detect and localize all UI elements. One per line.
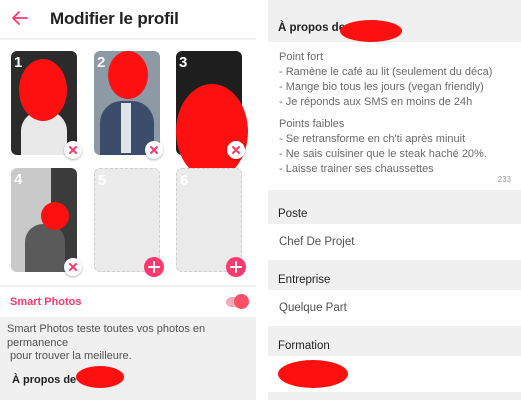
entreprise-value: Quelque Part <box>279 302 347 314</box>
photo-slot-5[interactable]: 5 <box>94 168 160 272</box>
photo-index: 6 <box>180 172 189 189</box>
bio-line: Point fort <box>279 51 324 63</box>
redaction-mark <box>340 20 402 42</box>
formation-field[interactable] <box>268 356 521 392</box>
redaction-mark <box>41 202 69 230</box>
photo-index: 1 <box>14 54 23 71</box>
photo-index: 4 <box>14 171 23 188</box>
character-counter: 233 <box>497 175 511 184</box>
bio-line: - Laisse trainer ses chaussettes <box>279 163 434 175</box>
redaction-mark <box>19 59 67 121</box>
photo-index: 2 <box>97 54 106 71</box>
panel-separator <box>256 0 268 400</box>
bio-line: - Mange bio tous les jours (vegan friend… <box>279 81 484 93</box>
photo-index: 5 <box>98 172 107 189</box>
page-title: Modifier le profil <box>50 9 179 28</box>
redaction-mark <box>176 84 248 179</box>
redaction-mark <box>278 360 348 388</box>
photo-slot-4[interactable]: 4 <box>11 168 77 272</box>
remove-photo-3-button[interactable] <box>227 141 245 159</box>
poste-label: Poste <box>278 208 308 220</box>
smart-photos-row: Smart Photos <box>0 287 256 317</box>
photo-grid: 1 2 3 4 5 6 <box>0 40 256 285</box>
smart-photos-description: Smart Photos teste toutes vos photos en … <box>7 323 247 364</box>
smart-photos-toggle-knob[interactable] <box>234 294 249 309</box>
entreprise-field[interactable]: Quelque Part <box>268 290 521 326</box>
edit-profile-panel: Modifier le profil 1 2 3 4 5 6 Smart Pho… <box>0 0 256 400</box>
bio-textarea[interactable]: Point fort - Ramène le café au lit (seul… <box>268 42 521 190</box>
bio-line: - Ne sais cuisiner que le steak haché 20… <box>279 148 487 160</box>
photo-shirt <box>121 103 131 153</box>
back-arrow-icon[interactable] <box>10 8 30 28</box>
bio-line: - Je réponds aux SMS en moins de 24h <box>279 96 473 108</box>
profile-details-panel: À propos de Point fort - Ramène le café … <box>268 0 521 400</box>
bio-line: - Se retransforme en ch'ti après minuit <box>279 133 466 145</box>
smart-photos-description-line: Smart Photos teste toutes vos photos en <box>7 323 206 335</box>
about-section-title: À propos de <box>278 22 346 34</box>
remove-photo-1-button[interactable] <box>64 141 82 159</box>
app-header: Modifier le profil <box>0 0 256 38</box>
photo-slot-6[interactable]: 6 <box>176 168 242 272</box>
photo-clothing <box>25 224 65 272</box>
poste-field[interactable]: Chef De Projet <box>268 224 521 260</box>
formation-label: Formation <box>278 340 330 352</box>
bio-line: - Ramène le café au lit (seulement du dé… <box>279 66 493 78</box>
redaction-mark <box>108 51 148 99</box>
photo-index: 3 <box>179 54 188 71</box>
photo-slot-1[interactable]: 1 <box>11 51 77 155</box>
bio-line: Points faibles <box>279 118 345 130</box>
smart-photos-description-line: pour trouver la meilleure. <box>7 350 132 362</box>
poste-value: Chef De Projet <box>279 236 355 248</box>
add-photo-6-button[interactable] <box>226 257 246 277</box>
smart-photos-label: Smart Photos <box>10 296 82 308</box>
add-photo-5-button[interactable] <box>144 257 164 277</box>
remove-photo-4-button[interactable] <box>64 258 82 276</box>
photo-slot-2[interactable]: 2 <box>94 51 160 155</box>
about-section-title: À propos de <box>12 374 77 386</box>
remove-photo-2-button[interactable] <box>145 141 163 159</box>
entreprise-label: Entreprise <box>278 274 331 286</box>
redaction-mark <box>76 366 124 388</box>
smart-photos-description-line: permanence <box>7 336 69 349</box>
